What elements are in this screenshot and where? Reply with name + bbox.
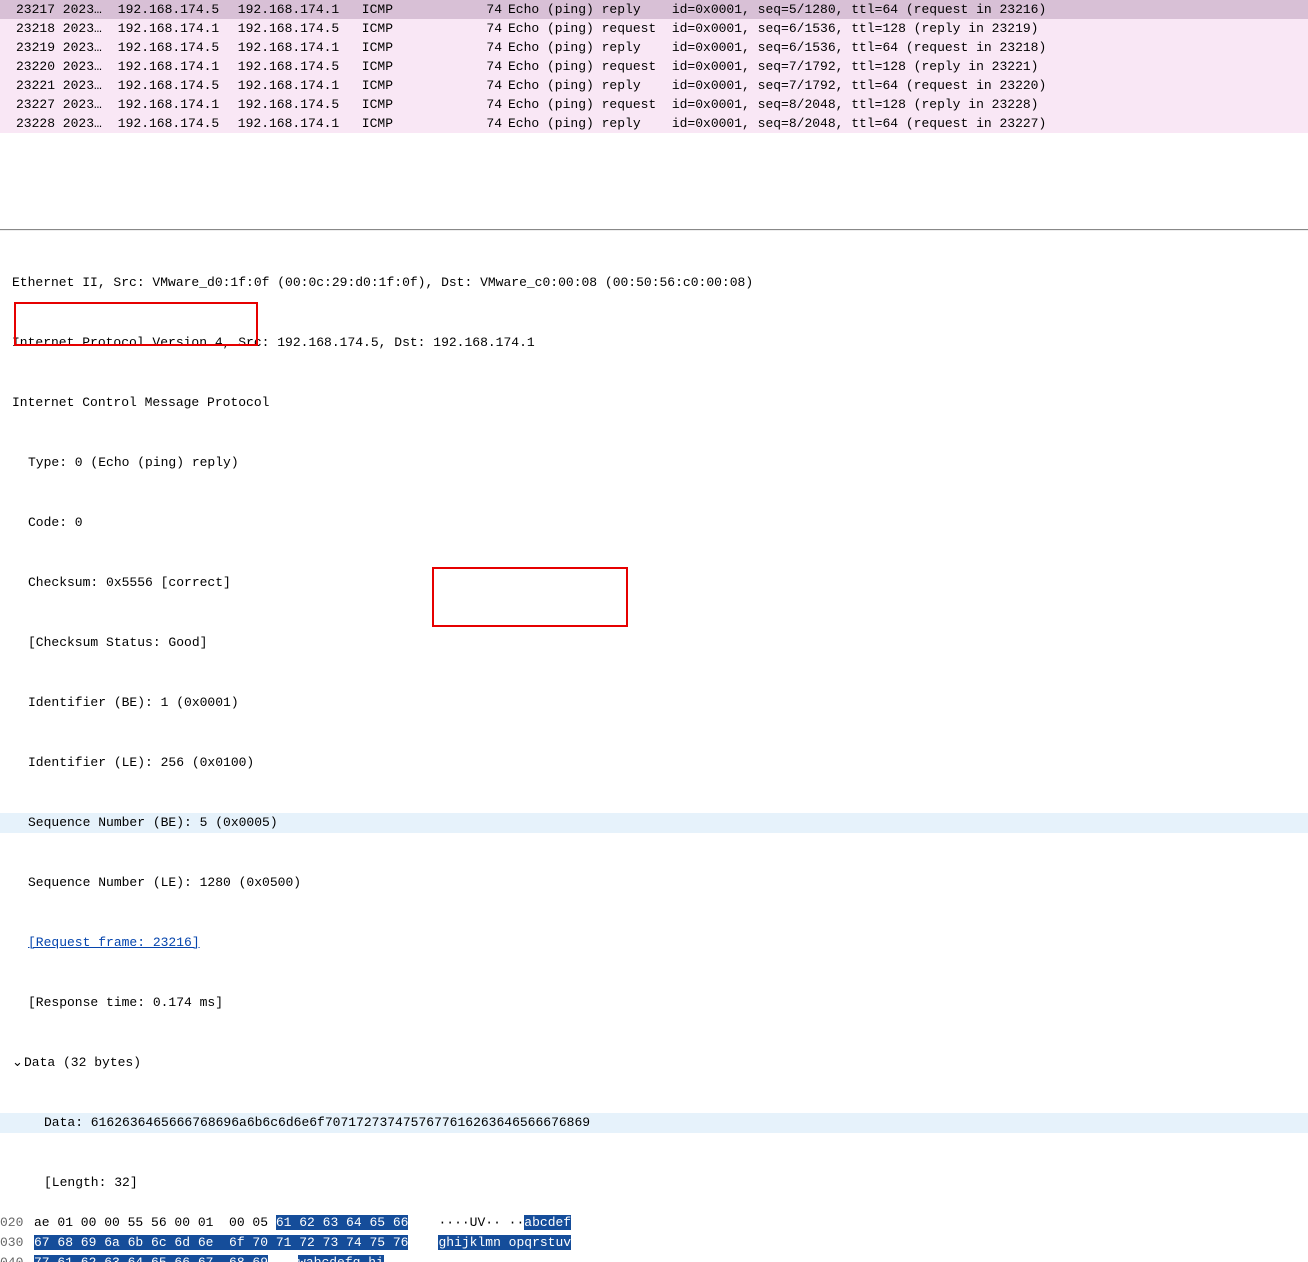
detail-seq-le[interactable]: Sequence Number (LE): 1280 (0x0500) xyxy=(0,873,1308,893)
packet-list[interactable]: 23217 2023… 192.168.174.5 192.168.174.1 … xyxy=(0,0,1308,133)
detail-ip[interactable]: Internet Protocol Version 4, Src: 192.16… xyxy=(0,333,1308,353)
col-length: 74 xyxy=(472,0,502,19)
detail-icmp-type[interactable]: Type: 0 (Echo (ping) reply) xyxy=(0,453,1308,473)
col-number: 23217 xyxy=(0,0,55,19)
col-time: 2023… xyxy=(55,57,110,76)
col-protocol: ICMP xyxy=(354,19,472,38)
col-time: 2023… xyxy=(55,114,110,133)
col-destination: 192.168.174.1 xyxy=(230,76,354,95)
hex-ascii: wabcdefg hi xyxy=(268,1253,384,1262)
col-source: 192.168.174.1 xyxy=(110,19,230,38)
packet-details-pane[interactable]: Ethernet II, Src: VMware_d0:1f:0f (00:0c… xyxy=(0,231,1308,1213)
col-number: 23227 xyxy=(0,95,55,114)
detail-response-time[interactable]: [Response time: 0.174 ms] xyxy=(0,993,1308,1013)
detail-data-header[interactable]: ⌄Data (32 bytes) xyxy=(0,1053,1308,1073)
hex-bytes: 67 68 69 6a 6b 6c 6d 6e 6f 70 71 72 73 7… xyxy=(34,1233,408,1253)
col-time: 2023… xyxy=(55,19,110,38)
hex-dump-pane[interactable]: 020ae 01 00 00 55 56 00 01 00 05 61 62 6… xyxy=(0,1213,1308,1262)
col-protocol: ICMP xyxy=(354,95,472,114)
col-destination: 192.168.174.5 xyxy=(230,95,354,114)
col-time: 2023… xyxy=(55,0,110,19)
detail-data-length[interactable]: [Length: 32] xyxy=(0,1173,1308,1193)
col-number: 23228 xyxy=(0,114,55,133)
hex-row[interactable]: 03067 68 69 6a 6b 6c 6d 6e 6f 70 71 72 7… xyxy=(0,1233,1308,1253)
col-destination: 192.168.174.1 xyxy=(230,0,354,19)
col-info: Echo (ping) reply id=0x0001, seq=8/2048,… xyxy=(502,114,1308,133)
col-source: 192.168.174.5 xyxy=(110,0,230,19)
col-info: Echo (ping) reply id=0x0001, seq=7/1792,… xyxy=(502,76,1308,95)
col-time: 2023… xyxy=(55,76,110,95)
detail-request-frame-link[interactable]: [Request frame: 23216] xyxy=(0,933,1308,953)
detail-identifier-be[interactable]: Identifier (BE): 1 (0x0001) xyxy=(0,693,1308,713)
col-info: Echo (ping) request id=0x0001, seq=8/204… xyxy=(502,95,1308,114)
hex-offset: 040 xyxy=(0,1253,34,1262)
hex-bytes: ae 01 00 00 55 56 00 01 00 05 61 62 63 6… xyxy=(34,1213,408,1233)
hex-row[interactable]: 04077 61 62 63 64 65 66 67 68 69wabcdefg… xyxy=(0,1253,1308,1262)
detail-seq-be[interactable]: Sequence Number (BE): 5 (0x0005) xyxy=(0,813,1308,833)
detail-icmp-checksum-status[interactable]: [Checksum Status: Good] xyxy=(0,633,1308,653)
col-info: Echo (ping) request id=0x0001, seq=6/153… xyxy=(502,19,1308,38)
col-length: 74 xyxy=(472,57,502,76)
col-source: 192.168.174.5 xyxy=(110,76,230,95)
packet-row[interactable]: 23228 2023… 192.168.174.5 192.168.174.1 … xyxy=(0,114,1308,133)
col-number: 23219 xyxy=(0,38,55,57)
hex-bytes: 77 61 62 63 64 65 66 67 68 69 xyxy=(34,1253,268,1262)
detail-ethernet[interactable]: Ethernet II, Src: VMware_d0:1f:0f (00:0c… xyxy=(0,273,1308,293)
col-source: 192.168.174.5 xyxy=(110,114,230,133)
col-length: 74 xyxy=(472,19,502,38)
col-length: 74 xyxy=(472,114,502,133)
hex-offset: 030 xyxy=(0,1233,34,1253)
packet-row[interactable]: 23218 2023… 192.168.174.1 192.168.174.5 … xyxy=(0,19,1308,38)
col-time: 2023… xyxy=(55,38,110,57)
col-info: Echo (ping) request id=0x0001, seq=7/179… xyxy=(502,57,1308,76)
col-time: 2023… xyxy=(55,95,110,114)
packet-row[interactable]: 23220 2023… 192.168.174.1 192.168.174.5 … xyxy=(0,57,1308,76)
col-number: 23220 xyxy=(0,57,55,76)
col-destination: 192.168.174.5 xyxy=(230,19,354,38)
chevron-down-icon[interactable]: ⌄ xyxy=(12,1053,24,1073)
col-protocol: ICMP xyxy=(354,76,472,95)
col-source: 192.168.174.1 xyxy=(110,57,230,76)
col-length: 74 xyxy=(472,76,502,95)
detail-icmp-code[interactable]: Code: 0 xyxy=(0,513,1308,533)
col-protocol: ICMP xyxy=(354,0,472,19)
col-info: Echo (ping) reply id=0x0001, seq=6/1536,… xyxy=(502,38,1308,57)
detail-icmp[interactable]: Internet Control Message Protocol xyxy=(0,393,1308,413)
col-destination: 192.168.174.1 xyxy=(230,38,354,57)
col-protocol: ICMP xyxy=(354,38,472,57)
col-length: 74 xyxy=(472,38,502,57)
packet-row[interactable]: 23217 2023… 192.168.174.5 192.168.174.1 … xyxy=(0,0,1308,19)
hex-ascii: ghijklmn opqrstuv xyxy=(408,1233,571,1253)
detail-data-value[interactable]: Data: 6162636465666768696a6b6c6d6e6f7071… xyxy=(0,1113,1308,1133)
packet-row[interactable]: 23219 2023… 192.168.174.5 192.168.174.1 … xyxy=(0,38,1308,57)
col-protocol: ICMP xyxy=(354,114,472,133)
col-source: 192.168.174.5 xyxy=(110,38,230,57)
col-protocol: ICMP xyxy=(354,57,472,76)
col-destination: 192.168.174.5 xyxy=(230,57,354,76)
hex-row[interactable]: 020ae 01 00 00 55 56 00 01 00 05 61 62 6… xyxy=(0,1213,1308,1233)
col-length: 74 xyxy=(472,95,502,114)
detail-icmp-checksum[interactable]: Checksum: 0x5556 [correct] xyxy=(0,573,1308,593)
hex-offset: 020 xyxy=(0,1213,34,1233)
packet-row[interactable]: 23227 2023… 192.168.174.1 192.168.174.5 … xyxy=(0,95,1308,114)
packet-row[interactable]: 23221 2023… 192.168.174.5 192.168.174.1 … xyxy=(0,76,1308,95)
col-number: 23221 xyxy=(0,76,55,95)
col-source: 192.168.174.1 xyxy=(110,95,230,114)
col-destination: 192.168.174.1 xyxy=(230,114,354,133)
detail-identifier-le[interactable]: Identifier (LE): 256 (0x0100) xyxy=(0,753,1308,773)
col-number: 23218 xyxy=(0,19,55,38)
hex-ascii: ····UV·· ··abcdef xyxy=(408,1213,571,1233)
col-info: Echo (ping) reply id=0x0001, seq=5/1280,… xyxy=(502,0,1308,19)
